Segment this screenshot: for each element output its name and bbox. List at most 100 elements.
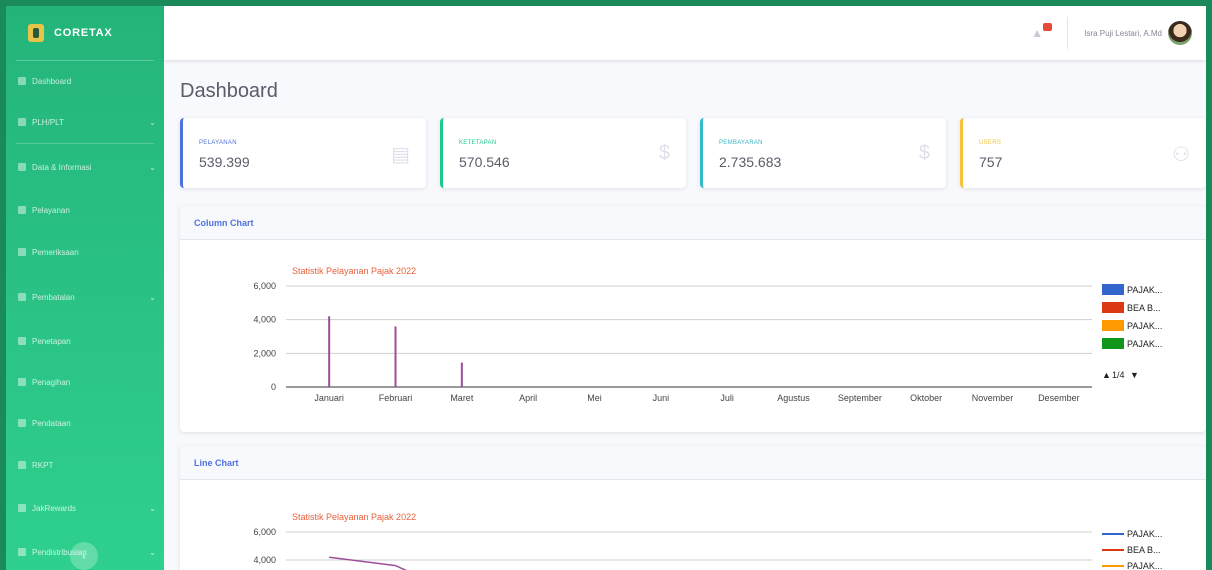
brand-logo-icon [28, 24, 44, 42]
stat-card-ketetapan: KETETAPAN 570.546 $ [440, 118, 686, 188]
nav-icon [18, 248, 26, 256]
sidebar-item-label: Pembatalan [32, 292, 75, 302]
brand-name: CORETAX [54, 27, 113, 39]
chevron-down-icon: ⌄ [149, 293, 156, 302]
legend-label[interactable]: PAJAK... [1127, 321, 1162, 331]
sidebar-item-rkpt[interactable]: RKPT [6, 444, 164, 486]
sidebar-toggle-button[interactable]: ‹ [70, 542, 98, 570]
sidebar-item-label: Pelayanan [32, 205, 70, 215]
chart-title: Statistik Pelayanan Pajak 2022 [292, 266, 416, 276]
nav-icon [18, 206, 26, 214]
chevron-down-icon: ⌄ [149, 548, 156, 557]
sidebar-item-penagihan[interactable]: Penagihan [6, 362, 164, 402]
sidebar-item-jakrewards[interactable]: JakRewards ⌄ [6, 486, 164, 530]
sidebar-item-pendataan[interactable]: Pendataan [6, 402, 164, 444]
legend-swatch [1102, 320, 1124, 331]
sidebar-item-label: RKPT [32, 460, 54, 470]
page-title: Dashboard [180, 80, 278, 102]
sidebar-item-label: PLH/PLT [32, 117, 64, 127]
line-chart-panel: Line Chart Statistik Pelayanan Pajak 202… [180, 446, 1206, 570]
sidebar-item-pemeriksaan[interactable]: Pemeriksaan [6, 230, 164, 274]
y-tick-label: 4,000 [253, 315, 276, 325]
nav-icon [18, 378, 26, 386]
y-tick-label: 6,000 [253, 527, 276, 537]
line-chart: Statistik Pelayanan Pajak 2022 6,000 4,000… [253, 512, 1162, 570]
notification-badge [1043, 23, 1053, 31]
dollar-icon: $ [658, 142, 670, 164]
legend-pagination: 1/4 [1112, 370, 1125, 380]
x-tick-label: Januari [314, 393, 344, 403]
card-label: USERS [979, 140, 1002, 146]
y-tick-label: 4,000 [253, 555, 276, 565]
brand[interactable]: CORETAX [6, 6, 164, 60]
line-chart-header: Line Chart [180, 446, 1206, 480]
stat-card-pelayanan: PELAYANAN 539.399 ▤ [180, 118, 426, 188]
legend-swatch [1102, 284, 1124, 295]
card-value: 2.735.683 [719, 154, 782, 170]
x-tick-label: Juni [653, 393, 670, 403]
sidebar-item-label: Dashboard [32, 76, 72, 86]
x-tick-label: Maret [450, 393, 474, 403]
bar[interactable] [394, 326, 397, 387]
nav-icon [18, 548, 26, 556]
user-name[interactable]: Isra Puji Lestari, A.Md [1084, 29, 1162, 38]
x-tick-label: November [972, 393, 1014, 403]
x-tick-label: September [838, 393, 882, 403]
sidebar: CORETAX Dashboard PLH/PLT ⌄ Data & Informas… [6, 6, 164, 570]
sidebar-nav: Dashboard PLH/PLT ⌄ Data & Informasi ⌄ Pelaya… [6, 61, 164, 570]
x-tick-label: Desember [1038, 393, 1080, 403]
sidebar-item-dashboard[interactable]: Dashboard [6, 61, 164, 101]
nav-icon [18, 293, 26, 301]
stat-card-users: USERS 757 ⚇ [960, 118, 1206, 188]
sidebar-item-label: Pemeriksaan [32, 247, 79, 257]
sidebar-item-label: Penagihan [32, 377, 71, 387]
chevron-left-icon: ‹ [82, 550, 86, 562]
column-chart: Statistik Pelayanan Pajak 2022 6,000 4,000… [253, 266, 1162, 403]
legend-next-icon[interactable]: ▼ [1130, 370, 1139, 380]
sidebar-item-label: JakRewards [32, 503, 77, 513]
y-tick-label: 0 [271, 382, 276, 392]
topbar: ▲ Isra Puji Lestari, A.Md [164, 6, 1206, 60]
avatar[interactable] [1168, 21, 1192, 45]
nav-icon [18, 337, 26, 345]
legend-label[interactable]: PAJAK... [1127, 339, 1162, 349]
card-value: 539.399 [199, 154, 250, 170]
legend-label[interactable]: PAJAK... [1127, 529, 1162, 539]
app-window: CORETAX Dashboard PLH/PLT ⌄ Data & Informas… [6, 6, 1206, 570]
x-tick-label: April [519, 393, 537, 403]
legend-prev-icon[interactable]: ▲ [1102, 370, 1111, 380]
bell-icon: ▲ [1031, 26, 1044, 40]
sidebar-item-data-informasi[interactable]: Data & Informasi ⌄ [6, 144, 164, 190]
sidebar-item-penetapan[interactable]: Penetapan [6, 320, 164, 362]
x-tick-label: Oktober [910, 393, 942, 403]
card-label: PELAYANAN [199, 140, 237, 146]
sidebar-item-plh-plt[interactable]: PLH/PLT ⌄ [6, 101, 164, 143]
dollar-icon: $ [918, 142, 930, 164]
x-tick-label: Februari [379, 393, 413, 403]
users-icon: ⚇ [1172, 144, 1190, 166]
nav-icon [18, 504, 26, 512]
topbar-divider [1067, 17, 1069, 49]
y-tick-label: 6,000 [253, 281, 276, 291]
nav-icon [18, 163, 26, 171]
bar[interactable] [460, 362, 463, 387]
legend-label[interactable]: PAJAK... [1127, 561, 1162, 570]
chevron-down-icon: ⌄ [149, 118, 156, 127]
bar[interactable] [328, 316, 331, 387]
card-label: KETETAPAN [459, 140, 497, 146]
legend-label[interactable]: PAJAK... [1127, 285, 1162, 295]
legend-label[interactable]: BEA B... [1127, 303, 1161, 313]
main-content: Dashboard PELAYANAN 539.399 ▤ KETETAPAN 570.… [164, 60, 1206, 570]
column-chart-panel: Column Chart Statistik Pelayanan Pajak 2… [180, 206, 1206, 432]
sidebar-item-pelayanan[interactable]: Pelayanan [6, 190, 164, 230]
sidebar-item-label: Penetapan [32, 336, 71, 346]
notifications-button[interactable]: ▲ [1031, 23, 1053, 42]
series-line[interactable] [329, 556, 462, 570]
chevron-down-icon: ⌄ [149, 504, 156, 513]
sidebar-item-pembatalan[interactable]: Pembatalan ⌄ [6, 274, 164, 320]
card-value: 570.546 [459, 154, 510, 170]
legend-label[interactable]: BEA B... [1127, 545, 1161, 555]
card-value: 757 [979, 154, 1003, 170]
x-tick-label: Mei [587, 393, 602, 403]
chart-title: Statistik Pelayanan Pajak 2022 [292, 512, 416, 522]
